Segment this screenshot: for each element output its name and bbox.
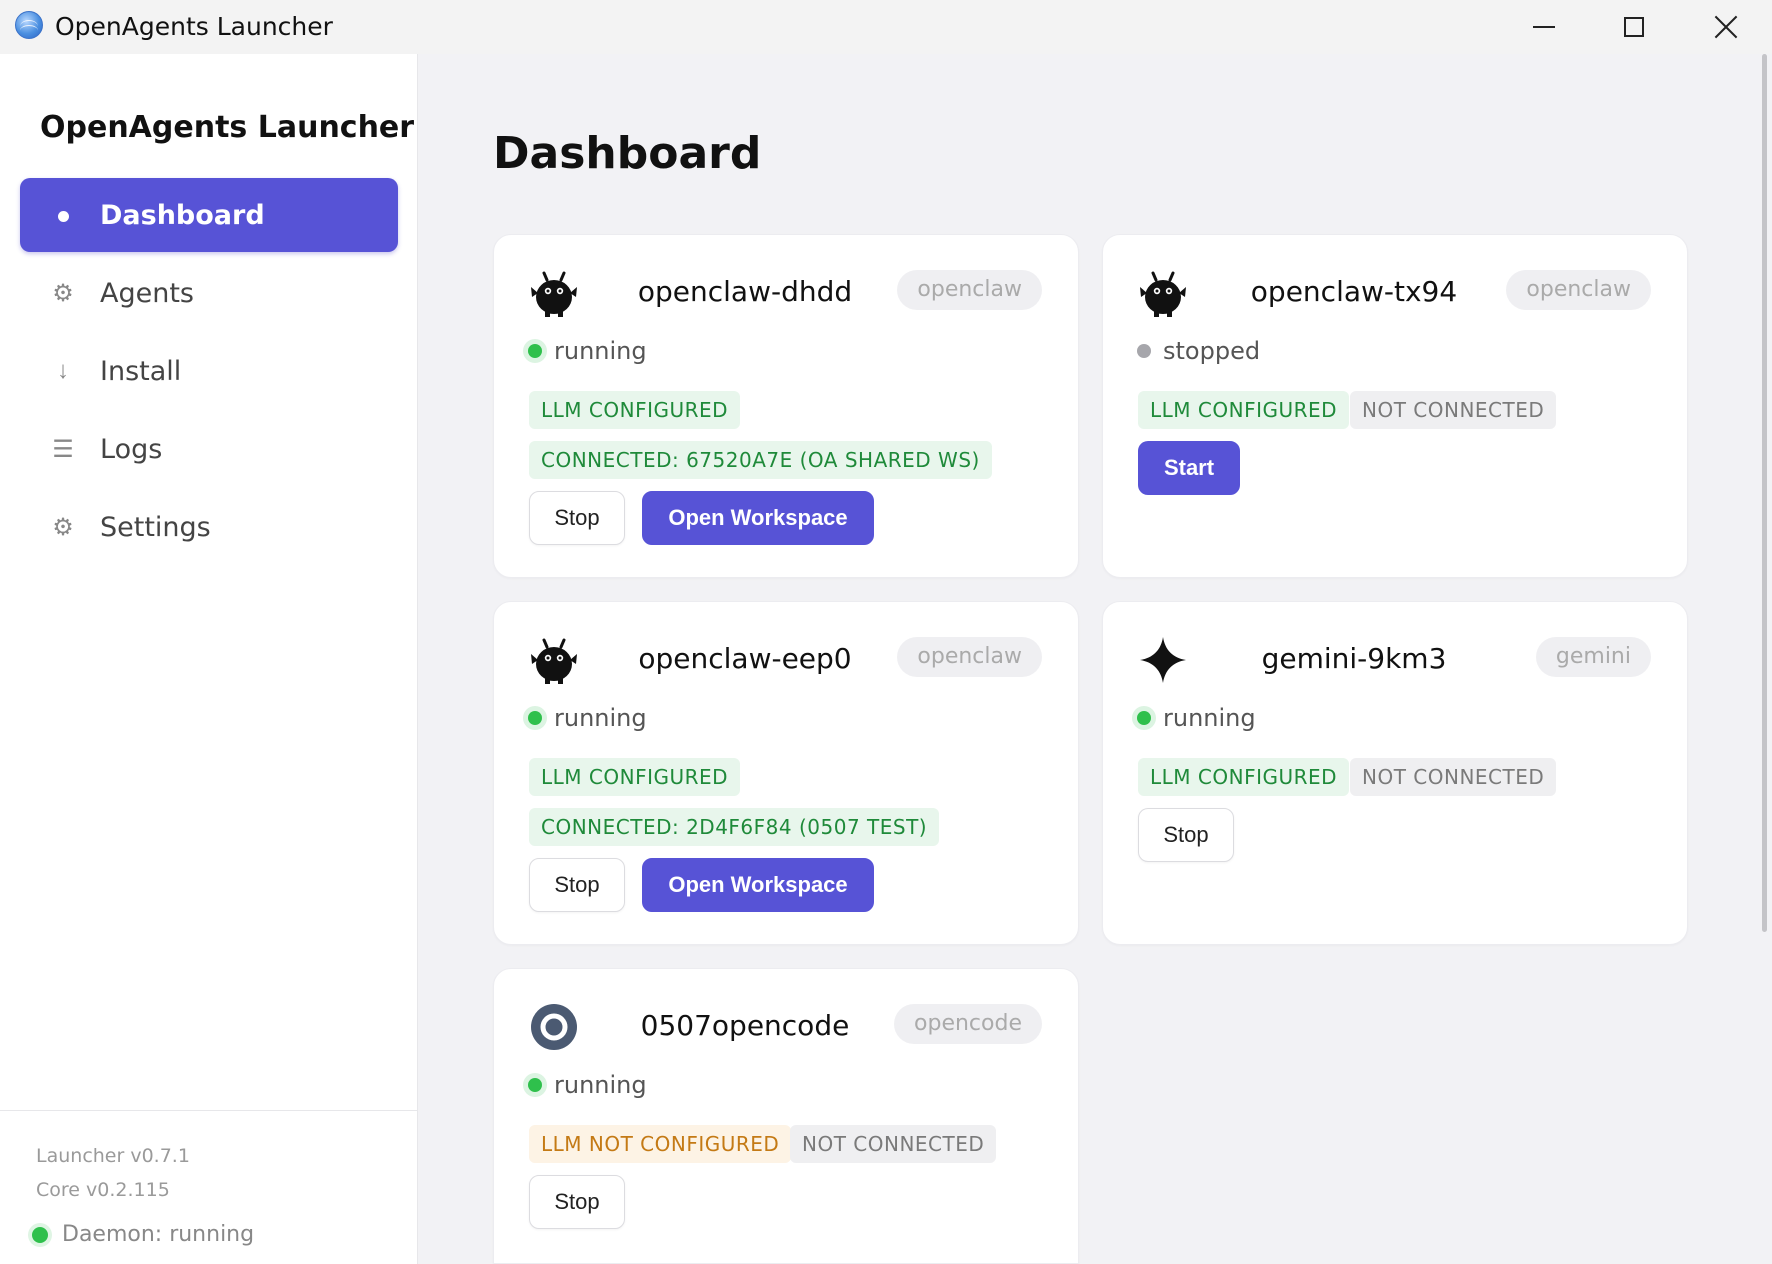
agent-type-pill: gemini xyxy=(1535,637,1651,677)
connection-badge: CONNECTED: 67520A7E (OA SHARED WS) xyxy=(529,441,992,479)
agent-type-pill: openclaw xyxy=(897,270,1042,310)
stop-button[interactable]: Stop xyxy=(529,858,625,912)
agent-name: gemini-9km3 xyxy=(1261,642,1447,675)
daemon-status-text: Daemon: running xyxy=(62,1222,255,1247)
llm-status-badge: LLM CONFIGURED xyxy=(1138,758,1350,796)
agent-card: openclaw-tx94 openclaw stopped LLM CONFI… xyxy=(1102,234,1688,578)
agent-card: 0507opencode opencode running LLM NOT CO… xyxy=(493,968,1079,1264)
openclaw-icon xyxy=(531,271,577,317)
agent-status-text: running xyxy=(1163,704,1256,732)
core-version: Core v0.2.115 xyxy=(36,1179,170,1201)
agent-name: 0507opencode xyxy=(640,1009,850,1042)
daemon-status: Daemon: running xyxy=(32,1222,254,1247)
agent-status: running xyxy=(1137,704,1256,732)
agent-type-pill: opencode xyxy=(894,1004,1042,1044)
agent-card: openclaw-eep0 openclaw running LLM CONFI… xyxy=(493,601,1079,945)
open-workspace-button[interactable]: Open Workspace xyxy=(642,858,874,912)
maximize-icon xyxy=(1624,17,1644,37)
agent-status: running xyxy=(528,337,647,365)
sidebar-item-label: Settings xyxy=(100,511,211,543)
sidebar-item-label: Install xyxy=(100,355,182,387)
launcher-version: Launcher v0.7.1 xyxy=(36,1145,190,1167)
agent-type-pill: openclaw xyxy=(1506,270,1651,310)
status-dot-icon xyxy=(32,1226,48,1243)
openclaw-icon xyxy=(1140,271,1186,317)
agent-name: openclaw-tx94 xyxy=(1250,275,1458,308)
status-dot-icon xyxy=(528,1078,542,1092)
llm-status-badge: LLM CONFIGURED xyxy=(529,391,741,429)
gear-icon: ⚙ xyxy=(52,279,74,307)
status-dot-icon xyxy=(1137,711,1151,725)
status-dot-icon xyxy=(528,344,542,358)
sidebar-item-install[interactable]: ↓ Install xyxy=(20,334,398,408)
llm-status-badge: LLM CONFIGURED xyxy=(1138,391,1350,429)
gemini-sparkle-icon xyxy=(1140,637,1186,683)
title-bar: OpenAgents Launcher xyxy=(0,0,1772,54)
sidebar-item-settings[interactable]: ⚙ Settings xyxy=(20,490,398,564)
connection-badge: NOT CONNECTED xyxy=(1350,758,1557,796)
opencode-icon xyxy=(531,1004,577,1050)
agent-name: openclaw-eep0 xyxy=(638,642,852,675)
llm-status-badge: LLM NOT CONFIGURED xyxy=(529,1125,792,1163)
status-dot-icon xyxy=(1137,344,1151,358)
agent-status-text: running xyxy=(554,1071,647,1099)
stop-button[interactable]: Stop xyxy=(1138,808,1234,862)
sidebar-brand: OpenAgents Launcher xyxy=(40,110,415,145)
openclaw-icon xyxy=(531,638,577,684)
agent-status-text: running xyxy=(554,337,647,365)
agent-type-pill: openclaw xyxy=(897,637,1042,677)
arrow-down-icon: ↓ xyxy=(57,357,69,384)
connection-badge: NOT CONNECTED xyxy=(790,1125,997,1163)
sidebar-item-label: Dashboard xyxy=(100,199,265,231)
status-dot-icon xyxy=(528,711,542,725)
minimize-icon xyxy=(1533,26,1555,28)
sidebar-item-logs[interactable]: ☰ Logs xyxy=(20,412,398,486)
scrollbar-thumb[interactable] xyxy=(1762,54,1767,932)
agent-status: running xyxy=(528,1071,647,1099)
sidebar: OpenAgents Launcher Dashboard ⚙ Agents ↓… xyxy=(0,54,418,1264)
stop-button[interactable]: Stop xyxy=(529,491,625,545)
sidebar-item-label: Agents xyxy=(100,277,194,309)
llm-status-badge: LLM CONFIGURED xyxy=(529,758,741,796)
gear-icon: ⚙ xyxy=(52,513,74,541)
window-title: OpenAgents Launcher xyxy=(55,12,333,41)
agent-status: stopped xyxy=(1137,337,1260,365)
page-title: Dashboard xyxy=(493,128,762,179)
start-button[interactable]: Start xyxy=(1138,441,1240,495)
stop-button[interactable]: Stop xyxy=(529,1175,625,1229)
sidebar-item-label: Logs xyxy=(100,433,163,465)
minimize-button[interactable] xyxy=(1498,0,1590,54)
dot-icon xyxy=(48,201,78,229)
agent-card: gemini-9km3 gemini running LLM CONFIGURE… xyxy=(1102,601,1688,945)
sidebar-item-agents[interactable]: ⚙ Agents xyxy=(20,256,398,330)
agent-status: running xyxy=(528,704,647,732)
open-workspace-button[interactable]: Open Workspace xyxy=(642,491,874,545)
connection-badge: CONNECTED: 2D4F6F84 (0507 TEST) xyxy=(529,808,940,846)
sidebar-footer: Launcher v0.7.1 Core v0.2.115 Daemon: ru… xyxy=(0,1110,418,1264)
sidebar-item-dashboard[interactable]: Dashboard xyxy=(20,178,398,252)
agent-status-text: stopped xyxy=(1163,337,1261,365)
list-icon: ☰ xyxy=(52,435,74,463)
close-icon xyxy=(1714,15,1738,39)
close-button[interactable] xyxy=(1680,0,1772,54)
agent-card: openclaw-dhdd openclaw running LLM CONFI… xyxy=(493,234,1079,578)
connection-badge: NOT CONNECTED xyxy=(1350,391,1557,429)
agent-name: openclaw-dhdd xyxy=(637,275,853,308)
app-logo-icon xyxy=(15,11,43,39)
agent-status-text: running xyxy=(554,704,647,732)
maximize-button[interactable] xyxy=(1588,0,1680,54)
scrollbar[interactable] xyxy=(1758,54,1772,1264)
